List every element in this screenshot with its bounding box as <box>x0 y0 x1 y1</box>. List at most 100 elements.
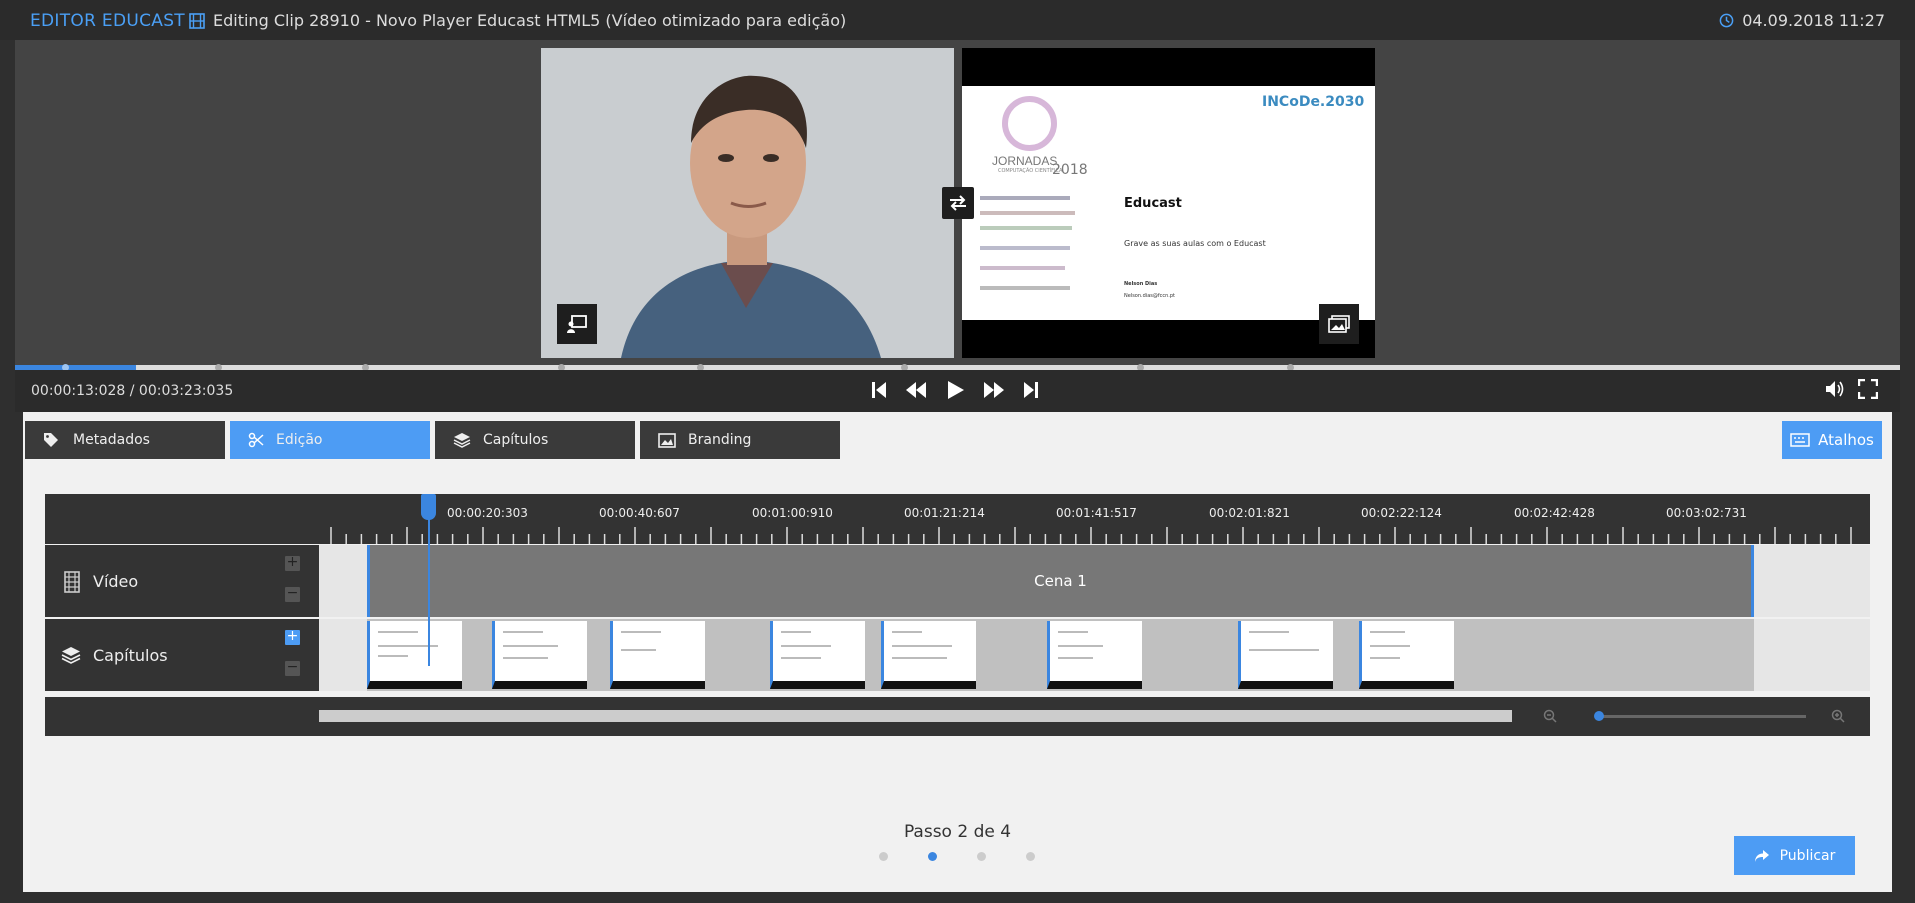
share-icon <box>1754 849 1769 862</box>
chapters-track-name: Capítulos <box>93 646 168 665</box>
zoom-in-icon[interactable] <box>1831 709 1845 723</box>
tick-label: 00:02:22:124 <box>1361 506 1442 520</box>
video-track[interactable]: Cena 1 <box>319 545 1870 617</box>
chapter-thumbnail[interactable] <box>881 621 976 689</box>
rewind-icon[interactable] <box>904 380 928 400</box>
layers-icon <box>61 647 81 664</box>
zoom-slider[interactable] <box>1601 715 1806 718</box>
layers-icon <box>453 433 471 448</box>
volume-icon[interactable] <box>1824 379 1846 399</box>
scene-clip[interactable]: Cena 1 <box>367 545 1754 617</box>
film-icon <box>64 571 80 593</box>
tab-branding[interactable]: Branding <box>640 421 840 459</box>
images-icon <box>1328 315 1350 333</box>
chapter-thumbnail[interactable] <box>1238 621 1333 689</box>
slide-frame: JORNADAS COMPUTAÇÃO CIENTÍFICA 2018 INCo… <box>962 86 1375 320</box>
player-controls: 00:00:13:028 / 00:03:23:035 <box>15 370 1900 412</box>
slides-video[interactable]: JORNADAS COMPUTAÇÃO CIENTÍFICA 2018 INCo… <box>962 48 1375 358</box>
tab-label: Capítulos <box>483 432 549 448</box>
add-chapter-button[interactable]: + <box>285 629 300 645</box>
timeline: 00:00:20:303 00:00:40:607 00:01:00:910 0… <box>45 494 1870 736</box>
remove-chapter-button[interactable]: − <box>285 660 300 676</box>
step-dot[interactable] <box>879 852 888 861</box>
video-player <box>15 40 1900 410</box>
tab-chapters[interactable]: Capítulos <box>435 421 635 459</box>
tab-label: Metadados <box>73 432 150 448</box>
remove-track-button[interactable]: − <box>285 586 300 602</box>
tick-label: 00:02:01:821 <box>1209 506 1290 520</box>
clock-icon <box>1719 13 1734 28</box>
slide-author: Nelson Dias <box>1124 281 1158 287</box>
step-indicator: Passo 2 de 4 <box>903 822 1012 842</box>
slide-heading: Educast <box>1124 196 1182 211</box>
add-track-button[interactable]: + <box>285 555 300 571</box>
presentation-icon <box>567 315 587 333</box>
slide-subtitle: Grave as suas aulas com o Educast <box>1124 239 1266 248</box>
step-dot[interactable] <box>1026 852 1035 861</box>
zoom-slider-handle[interactable] <box>1594 711 1604 721</box>
tab-metadata[interactable]: Metadados <box>25 421 225 459</box>
shortcuts-button[interactable]: Atalhos <box>1782 421 1882 459</box>
chapter-thumbnail[interactable] <box>1047 621 1142 689</box>
camera-video[interactable] <box>541 48 954 358</box>
playhead-handle[interactable] <box>421 494 436 520</box>
scene-label: Cena 1 <box>1034 572 1087 590</box>
transport-controls <box>870 379 1040 401</box>
time-display: 00:00:13:028 / 00:03:23:035 <box>31 383 234 399</box>
image-layout-button[interactable] <box>1319 304 1359 344</box>
film-icon <box>189 12 205 29</box>
slide-logo-year: 2018 <box>1052 162 1088 178</box>
horizontal-scrollbar[interactable] <box>319 710 1512 722</box>
shortcuts-label: Atalhos <box>1818 431 1874 449</box>
tick-label: 00:01:00:910 <box>752 506 833 520</box>
chapters-track-label: Capítulos + − <box>45 619 319 691</box>
chapters-track[interactable] <box>319 619 1870 691</box>
top-bar: EDITOR EDUCAST Editing Clip 28910 - Novo… <box>0 0 1915 40</box>
clip-title-text: Editing Clip 28910 - Novo Player Educast… <box>213 11 847 30</box>
publish-label: Publicar <box>1779 847 1836 864</box>
slide-incode: INCoDe.2030 <box>1262 94 1365 110</box>
chapter-thumbnail[interactable] <box>770 621 865 689</box>
step-dot-active[interactable] <box>928 852 937 861</box>
playhead-line <box>428 518 430 666</box>
publish-button[interactable]: Publicar <box>1734 836 1855 875</box>
tab-label: Branding <box>688 432 752 448</box>
tab-label: Edição <box>276 432 323 448</box>
play-icon[interactable] <box>944 379 966 401</box>
jornadas-logo-icon <box>1002 96 1057 151</box>
presentation-layout-button[interactable] <box>557 304 597 344</box>
tick-label: 00:01:21:214 <box>904 506 985 520</box>
swap-icon <box>950 195 966 211</box>
swap-videos-button[interactable] <box>942 187 974 219</box>
datetime: 04.09.2018 11:27 <box>1719 11 1885 30</box>
app-brand: EDITOR EDUCAST <box>30 11 185 31</box>
zoom-out-icon[interactable] <box>1543 709 1557 723</box>
clip-title: Editing Clip 28910 - Novo Player Educast… <box>189 11 846 30</box>
slide-logo-line1: JORNADAS <box>992 154 1058 168</box>
tick-label: 00:02:42:428 <box>1514 506 1595 520</box>
tick-label: 00:01:41:517 <box>1056 506 1137 520</box>
slide-email: Nelson.dias@fccn.pt <box>1124 293 1176 299</box>
chapter-thumbnail[interactable] <box>1359 621 1454 689</box>
skip-start-icon[interactable] <box>870 380 888 400</box>
fullscreen-icon[interactable] <box>1858 379 1878 399</box>
timeline-ruler[interactable]: 00:00:20:303 00:00:40:607 00:01:00:910 0… <box>45 494 1870 544</box>
presenter-image <box>541 48 954 358</box>
datetime-text: 04.09.2018 11:27 <box>1742 11 1885 30</box>
timeline-scroll-bar <box>45 697 1870 736</box>
video-track-label: Vídeo + − <box>45 545 319 617</box>
secondary-controls <box>1824 379 1878 399</box>
chapter-thumbnail[interactable] <box>492 621 587 689</box>
step-dot[interactable] <box>977 852 986 861</box>
chapter-thumbnail[interactable] <box>367 621 462 689</box>
tags-icon <box>44 433 58 447</box>
keyboard-icon <box>1790 433 1810 447</box>
step-dots <box>879 852 1035 861</box>
chapter-thumbnail[interactable] <box>610 621 705 689</box>
image-icon <box>658 432 676 448</box>
skip-end-icon[interactable] <box>1022 380 1040 400</box>
tick-label: 00:00:40:607 <box>599 506 680 520</box>
tick-label: 00:03:02:731 <box>1666 506 1747 520</box>
tab-editing[interactable]: Edição <box>230 421 430 459</box>
fast-forward-icon[interactable] <box>982 380 1006 400</box>
